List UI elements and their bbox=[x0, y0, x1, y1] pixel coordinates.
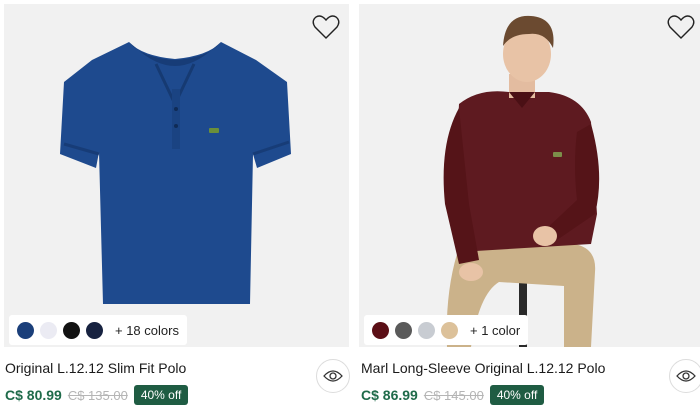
product-title[interactable]: Marl Long-Sleeve Original L.12.12 Polo bbox=[361, 360, 605, 376]
color-swatches: + 18 colors bbox=[9, 315, 187, 345]
sale-price: C$ 86.99 bbox=[361, 387, 418, 403]
sale-price: C$ 80.99 bbox=[5, 387, 62, 403]
product-image[interactable] bbox=[359, 4, 700, 347]
original-price: C$ 135.00 bbox=[67, 387, 128, 403]
discount-badge: 40% off bbox=[489, 385, 545, 405]
color-swatch[interactable] bbox=[441, 321, 458, 339]
color-swatch[interactable] bbox=[17, 321, 34, 339]
color-swatches: + 1 color bbox=[364, 315, 529, 345]
eye-icon[interactable] bbox=[316, 359, 350, 393]
heart-icon[interactable] bbox=[667, 14, 695, 40]
color-swatch[interactable] bbox=[40, 321, 57, 339]
heart-icon[interactable] bbox=[312, 14, 340, 40]
price-row: C$ 86.99 C$ 145.00 40% off bbox=[361, 384, 545, 406]
product-card[interactable]: + 18 colors Original L.12.12 Slim Fit Po… bbox=[0, 0, 353, 413]
color-swatch[interactable] bbox=[86, 321, 103, 339]
more-colors-link[interactable]: + 1 color bbox=[470, 323, 520, 338]
product-image[interactable] bbox=[4, 4, 349, 347]
product-title[interactable]: Original L.12.12 Slim Fit Polo bbox=[5, 360, 186, 376]
discount-badge: 40% off bbox=[133, 385, 189, 405]
price-row: C$ 80.99 C$ 135.00 40% off bbox=[5, 384, 189, 406]
color-swatch[interactable] bbox=[63, 321, 80, 339]
product-card[interactable]: + 1 color Marl Long-Sleeve Original L.12… bbox=[359, 0, 700, 413]
eye-icon[interactable] bbox=[669, 359, 700, 393]
color-swatch[interactable] bbox=[372, 321, 389, 339]
color-swatch[interactable] bbox=[395, 321, 412, 339]
polo-shirt-image bbox=[60, 42, 291, 304]
model-photo-image bbox=[443, 15, 600, 347]
more-colors-link[interactable]: + 18 colors bbox=[115, 323, 179, 338]
color-swatch[interactable] bbox=[418, 321, 435, 339]
original-price: C$ 145.00 bbox=[423, 387, 484, 403]
